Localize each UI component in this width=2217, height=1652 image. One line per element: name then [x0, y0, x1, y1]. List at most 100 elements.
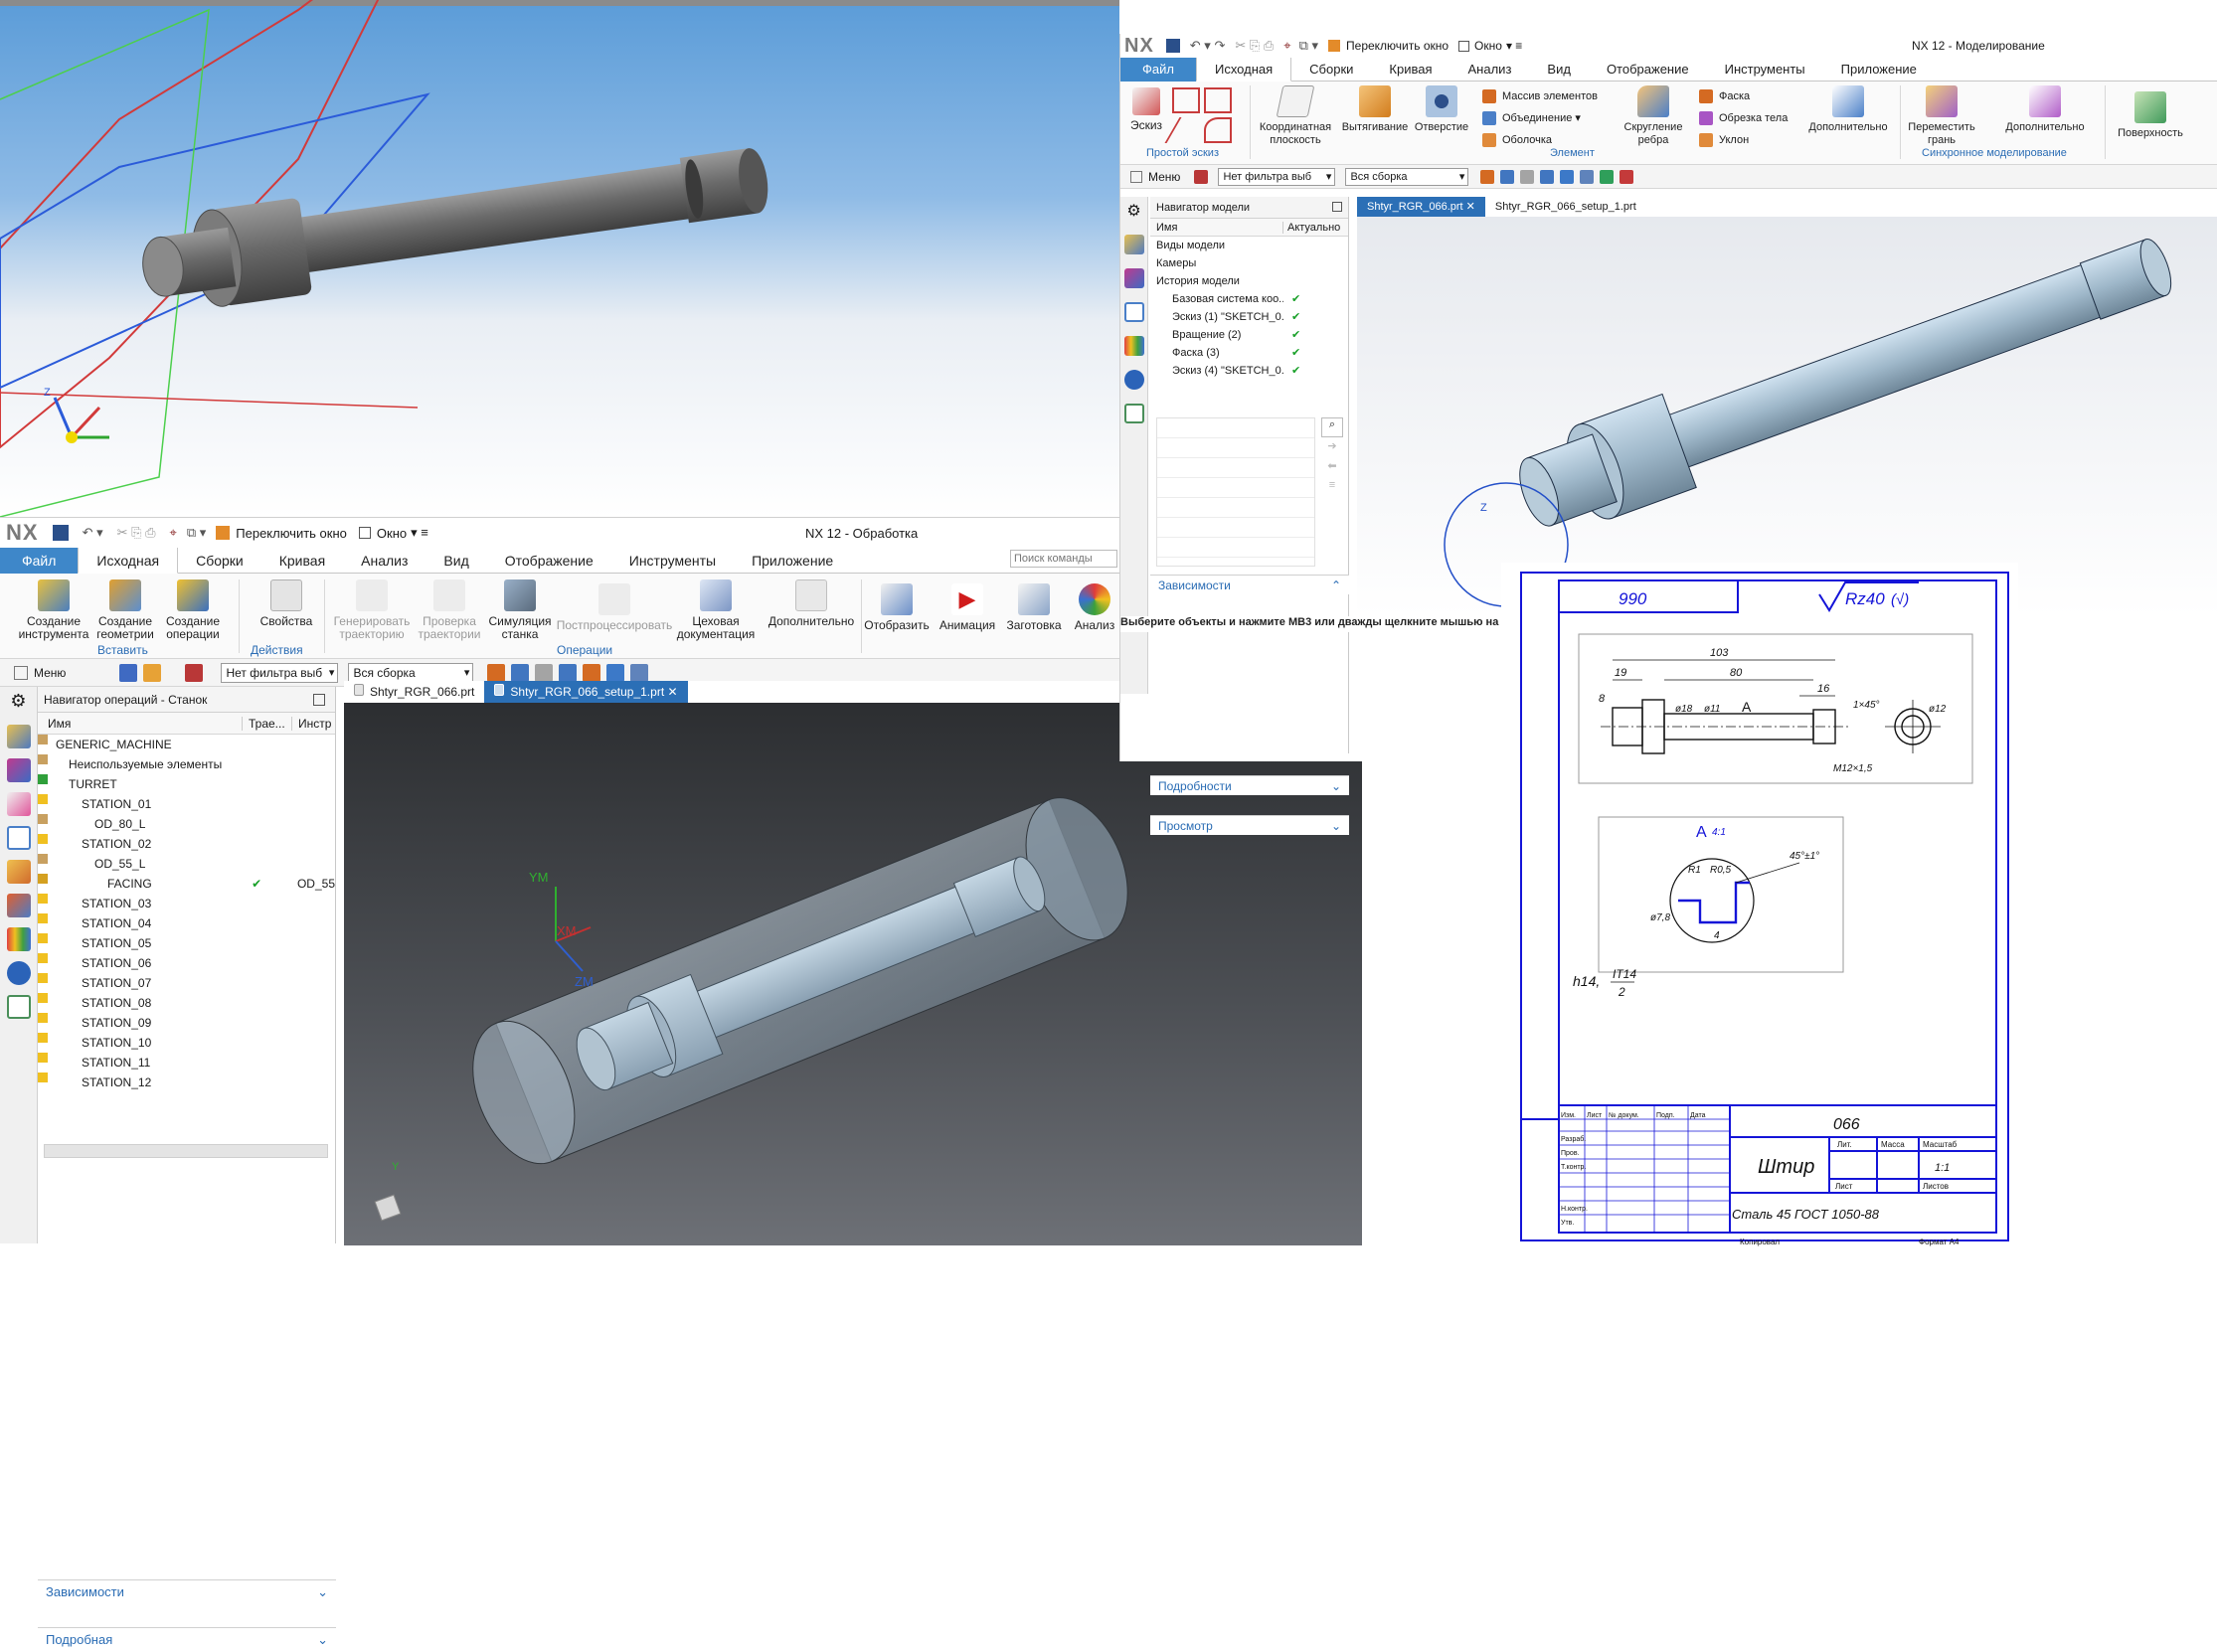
- move-face-button[interactable]: Переместить грань: [1904, 85, 1979, 147]
- tree-row[interactable]: OD_80_L: [38, 814, 335, 834]
- postprocess-button[interactable]: Постпроцессировать: [555, 583, 674, 632]
- part-nav-icon[interactable]: [1123, 302, 1144, 322]
- pattern-feature-button[interactable]: Массив элементов: [1482, 85, 1612, 107]
- tree-row[interactable]: STATION_11: [38, 1053, 335, 1073]
- save-icon[interactable]: [1165, 39, 1180, 53]
- type-filter-select[interactable]: Нет фильтра выб: [1218, 167, 1336, 186]
- profile-icon[interactable]: [1172, 87, 1200, 113]
- tab-file[interactable]: Файл: [1120, 57, 1196, 82]
- settings-gear-icon[interactable]: ⚙: [7, 691, 31, 715]
- switch-window-button[interactable]: Переключить окно: [1346, 39, 1449, 53]
- undo-icon[interactable]: ↶ ▾ ↷: [1190, 38, 1226, 54]
- part-nav-icon[interactable]: [6, 792, 31, 816]
- col-up-to-date[interactable]: Актуально: [1283, 222, 1340, 234]
- tab-home[interactable]: Исходная: [1195, 57, 1292, 82]
- sync-more-button[interactable]: Дополнительно: [2001, 85, 2089, 134]
- render-mode-icon[interactable]: [1580, 169, 1595, 184]
- snap-arc-icon[interactable]: [583, 663, 601, 682]
- trim-body-button[interactable]: Обрезка тела: [1699, 107, 1808, 129]
- tab-curve[interactable]: Кривая: [1371, 57, 1450, 83]
- history-icon[interactable]: [6, 995, 31, 1019]
- animation-button[interactable]: ▶ Анимация: [935, 583, 1000, 632]
- tree-row[interactable]: STATION_02: [38, 834, 335, 854]
- tree-row[interactable]: Виды модели: [1150, 237, 1348, 254]
- snap-mid-icon[interactable]: [1520, 169, 1535, 184]
- save-icon[interactable]: [52, 525, 69, 541]
- snap-icon[interactable]: [143, 663, 162, 682]
- tree-row[interactable]: История модели: [1150, 272, 1348, 290]
- view-icon[interactable]: [606, 663, 625, 682]
- modeling-viewport-c[interactable]: Z: [1357, 217, 2217, 616]
- tree-row[interactable]: TURRET: [38, 774, 335, 794]
- maximize-icon[interactable]: [313, 694, 325, 706]
- tree-row[interactable]: STATION_08: [38, 993, 335, 1013]
- tab-analysis[interactable]: Анализ: [1450, 57, 1530, 83]
- tab-render[interactable]: Отображение: [1589, 57, 1707, 83]
- undo-icon[interactable]: ↶ ▾: [83, 525, 103, 541]
- cut-icon[interactable]: ✂ ⎘ ⎙: [1235, 38, 1274, 54]
- tab-file[interactable]: Файл: [0, 547, 79, 574]
- arrow-left-icon[interactable]: ⬅: [1321, 459, 1343, 479]
- draft-button[interactable]: Уклон: [1699, 129, 1808, 151]
- tree-row[interactable]: STATION_03: [38, 894, 335, 913]
- tree-row[interactable]: Камеры: [1150, 254, 1348, 272]
- layers-icon[interactable]: ⧉ ▾: [187, 525, 206, 541]
- tree-row[interactable]: Эскиз (1) "SKETCH_0... ✔: [1150, 308, 1348, 326]
- tree-row[interactable]: FACING ✔ OD_55: [38, 874, 335, 894]
- history-icon[interactable]: [1123, 404, 1144, 423]
- tab-render[interactable]: Отображение: [487, 548, 611, 574]
- analysis-button[interactable]: Анализ: [1070, 583, 1119, 632]
- tree-row[interactable]: Вращение (2) ✔: [1150, 326, 1348, 344]
- doc-tab-part[interactable]: Shtyr_RGR_066.prt: [344, 681, 484, 703]
- roles-icon[interactable]: [1123, 370, 1144, 390]
- tree-row[interactable]: STATION_12: [38, 1073, 335, 1092]
- surface-button[interactable]: Поверхность: [2109, 91, 2192, 140]
- tree-row[interactable]: STATION_05: [38, 933, 335, 953]
- details-section[interactable]: Подробности ⌄: [1150, 775, 1349, 795]
- tab-application[interactable]: Приложение: [734, 548, 851, 574]
- tree-row[interactable]: STATION_07: [38, 973, 335, 993]
- tab-application[interactable]: Приложение: [1823, 57, 1935, 83]
- blank-button[interactable]: Заготовка: [1002, 583, 1066, 632]
- tab-assemblies[interactable]: Сборки: [1291, 57, 1371, 83]
- reuse-library-icon[interactable]: [6, 894, 31, 917]
- filter-icon[interactable]: [95, 664, 113, 682]
- snap-end-icon[interactable]: [1500, 169, 1515, 184]
- transform-icon[interactable]: ⌖: [1283, 38, 1290, 54]
- tree-row[interactable]: Эскиз (4) "SKETCH_0... ✔: [1150, 362, 1348, 380]
- more-operations-button[interactable]: Дополнительно: [766, 579, 857, 628]
- tree-row[interactable]: STATION_10: [38, 1033, 335, 1053]
- tree-row[interactable]: OD_55_L: [38, 854, 335, 874]
- list-icon[interactable]: ≡: [1321, 479, 1343, 499]
- tree-row[interactable]: GENERIC_MACHINE: [38, 735, 335, 754]
- tab-view[interactable]: Вид: [1529, 57, 1589, 83]
- menu-button[interactable]: Меню: [1148, 170, 1180, 184]
- snap-point-icon[interactable]: [1480, 169, 1495, 184]
- snap-intersect-icon[interactable]: [1620, 169, 1634, 184]
- search-icon[interactable]: ⌕: [1321, 417, 1343, 437]
- datum-plane-button[interactable]: Координатная плоскость: [1254, 85, 1337, 147]
- tree-row[interactable]: STATION_09: [38, 1013, 335, 1033]
- command-search-input[interactable]: [1010, 550, 1117, 568]
- snap-center-icon[interactable]: [1540, 169, 1555, 184]
- rectangle-icon[interactable]: [1204, 87, 1232, 113]
- dependencies-section[interactable]: Зависимости ⌃: [1150, 575, 1349, 594]
- window-menu[interactable]: Окно: [1474, 39, 1502, 53]
- preview-section[interactable]: Просмотр ⌄: [1150, 815, 1349, 835]
- extrude-button[interactable]: Вытягивание: [1337, 85, 1413, 134]
- maximize-icon[interactable]: [1332, 202, 1342, 212]
- tree-row[interactable]: Базовая система коо... ✔: [1150, 290, 1348, 308]
- snap-end-icon[interactable]: [511, 663, 530, 682]
- create-tool-button[interactable]: Создание инструмента: [14, 579, 93, 641]
- view-icon[interactable]: [1560, 169, 1575, 184]
- tab-assemblies[interactable]: Сборки: [178, 548, 261, 574]
- select-icon[interactable]: [119, 663, 138, 682]
- snap-grid-icon[interactable]: [1600, 169, 1615, 184]
- sketch-button[interactable]: Эскиз: [1126, 87, 1166, 132]
- assembly-nav-icon[interactable]: [6, 725, 31, 748]
- chamfer-button[interactable]: Фаска: [1699, 85, 1808, 107]
- operation-nav-icon[interactable]: [6, 826, 31, 850]
- generate-path-button[interactable]: Генерировать траекторию: [332, 579, 412, 641]
- arc-icon[interactable]: [1204, 117, 1232, 143]
- details-section[interactable]: Подробная ⌄: [38, 1627, 336, 1651]
